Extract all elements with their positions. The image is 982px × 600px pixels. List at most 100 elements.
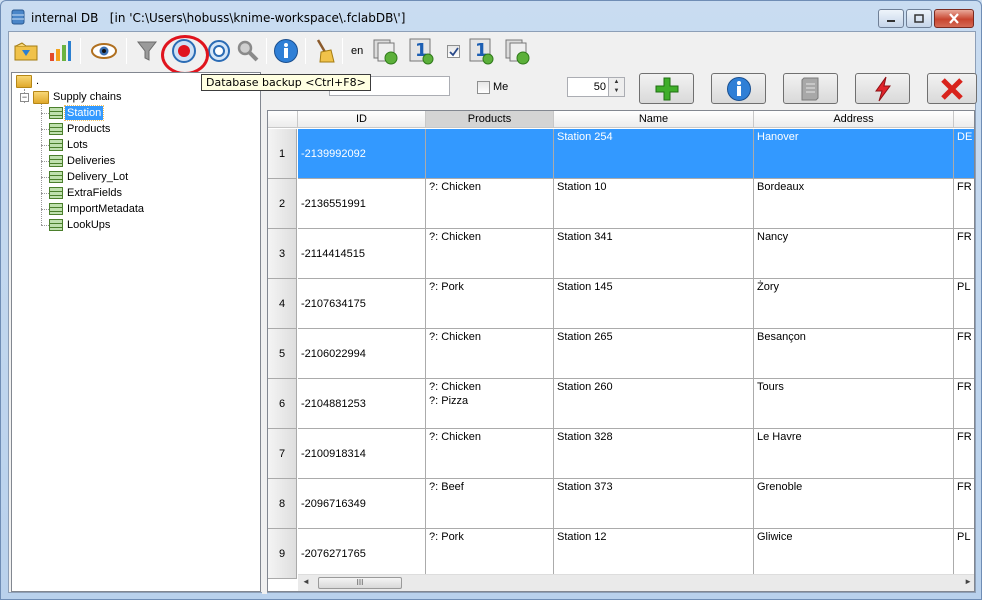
cell-country[interactable]: DE bbox=[954, 129, 974, 179]
filter-button[interactable] bbox=[132, 35, 162, 67]
cell-id[interactable]: -2136551991 bbox=[298, 179, 426, 229]
column-header-id[interactable]: ID bbox=[298, 111, 426, 128]
cell-id[interactable]: -2139992092 bbox=[298, 129, 426, 179]
cell-name[interactable]: Station 373 bbox=[554, 479, 754, 529]
row-number[interactable]: 4 bbox=[268, 279, 297, 329]
cell-country[interactable]: FR bbox=[954, 179, 974, 229]
cleanup-button[interactable] bbox=[309, 35, 339, 67]
cell-id[interactable]: -2114414515 bbox=[298, 229, 426, 279]
tree-item-extrafields[interactable]: ExtraFields bbox=[49, 185, 124, 201]
row-number[interactable]: 9 bbox=[268, 529, 297, 579]
cell-country[interactable]: FR bbox=[954, 329, 974, 379]
row-number[interactable]: 7 bbox=[268, 429, 297, 479]
info-button[interactable] bbox=[271, 35, 301, 67]
merge-records-button[interactable] bbox=[502, 35, 532, 67]
page-size-spinner[interactable]: 50 ▲ ▼ bbox=[567, 77, 625, 97]
row-number[interactable]: 8 bbox=[268, 479, 297, 529]
cell-products[interactable] bbox=[426, 129, 554, 179]
scroll-left-icon[interactable]: ◄ bbox=[302, 577, 310, 586]
tree-item-lookups[interactable]: LookUps bbox=[49, 217, 112, 233]
cell-id[interactable]: -2106022994 bbox=[298, 329, 426, 379]
row-number[interactable]: 1 bbox=[268, 129, 297, 179]
column-header-name[interactable]: Name bbox=[554, 111, 754, 128]
cell-id[interactable]: -2076271765 bbox=[298, 529, 426, 579]
cell-name[interactable]: Station 254 bbox=[554, 129, 754, 179]
scroll-thumb[interactable]: III bbox=[318, 577, 402, 589]
cell-country[interactable]: PL bbox=[954, 279, 974, 329]
cell-address[interactable]: Besançon bbox=[754, 329, 954, 379]
cell-products[interactable]: ?: Beef bbox=[426, 479, 554, 529]
document-button[interactable] bbox=[783, 73, 838, 104]
copy-records-button[interactable] bbox=[370, 35, 400, 67]
tree-item-station[interactable]: Station bbox=[49, 105, 105, 121]
row-number[interactable]: 5 bbox=[268, 329, 297, 379]
me-checkbox[interactable] bbox=[477, 81, 490, 94]
cell-country[interactable]: PL bbox=[954, 529, 974, 579]
tree-item-deliveries[interactable]: Deliveries bbox=[49, 153, 117, 169]
cell-name[interactable]: Station 145 bbox=[554, 279, 754, 329]
tree-item-delivery-lot[interactable]: Delivery_Lot bbox=[49, 169, 130, 185]
details-button[interactable] bbox=[711, 73, 766, 104]
cell-country[interactable]: FR bbox=[954, 229, 974, 279]
cell-country[interactable]: FR bbox=[954, 379, 974, 429]
cell-address[interactable]: Tours bbox=[754, 379, 954, 429]
cell-address[interactable]: Hanover bbox=[754, 129, 954, 179]
tree-group-supply-chains[interactable]: Supply chains bbox=[33, 89, 124, 105]
cell-address[interactable]: Żory bbox=[754, 279, 954, 329]
row-number[interactable]: 3 bbox=[268, 229, 297, 279]
cell-name[interactable]: Station 10 bbox=[554, 179, 754, 229]
tree-item-label: LookUps bbox=[67, 219, 111, 231]
cell-products[interactable]: ?: Chicken bbox=[426, 329, 554, 379]
cell-country[interactable]: FR bbox=[954, 429, 974, 479]
cell-products[interactable]: ?: Chicken bbox=[426, 229, 554, 279]
cell-name[interactable]: Station 260 bbox=[554, 379, 754, 429]
title-bar: internal DB [in 'C:\Users\hobuss\knime-w… bbox=[1, 1, 981, 31]
open-folder-button[interactable] bbox=[11, 35, 41, 67]
action-button[interactable] bbox=[855, 73, 910, 104]
cell-address[interactable]: Nancy bbox=[754, 229, 954, 279]
id-update-button[interactable]: 1 bbox=[466, 35, 496, 67]
cell-name[interactable]: Station 341 bbox=[554, 229, 754, 279]
delete-button[interactable] bbox=[927, 73, 977, 104]
add-button[interactable] bbox=[639, 73, 694, 104]
cell-name[interactable]: Station 265 bbox=[554, 329, 754, 379]
view-button[interactable] bbox=[89, 35, 119, 67]
cell-address[interactable]: Le Havre bbox=[754, 429, 954, 479]
tree-item-importmetadata[interactable]: ImportMetadata bbox=[49, 201, 146, 217]
cell-products[interactable]: ?: Chicken bbox=[426, 429, 554, 479]
scroll-right-icon[interactable]: ► bbox=[964, 577, 972, 586]
cell-id[interactable]: -2104881253 bbox=[298, 379, 426, 429]
horizontal-scrollbar[interactable]: ◄ III ► bbox=[298, 574, 974, 591]
minimize-button[interactable] bbox=[878, 9, 904, 28]
collapse-icon[interactable]: − bbox=[20, 93, 29, 102]
cell-address[interactable]: Grenoble bbox=[754, 479, 954, 529]
cell-country[interactable]: FR bbox=[954, 479, 974, 529]
tree-item-lots[interactable]: Lots bbox=[49, 137, 90, 153]
row-number[interactable]: 6 bbox=[268, 379, 297, 429]
column-header-country[interactable] bbox=[954, 111, 974, 128]
search-button[interactable] bbox=[233, 35, 263, 67]
id-sync-button[interactable]: 1 bbox=[406, 35, 436, 67]
column-header-address[interactable]: Address bbox=[754, 111, 954, 128]
language-label[interactable]: en bbox=[351, 45, 363, 57]
cell-products[interactable]: ?: Chicken bbox=[426, 179, 554, 229]
statistics-button[interactable] bbox=[45, 35, 75, 67]
cell-id[interactable]: -2100918314 bbox=[298, 429, 426, 479]
toolbar-checkbox[interactable] bbox=[447, 45, 460, 58]
cell-name[interactable]: Station 12 bbox=[554, 529, 754, 579]
cell-name[interactable]: Station 328 bbox=[554, 429, 754, 479]
maximize-button[interactable] bbox=[906, 9, 932, 28]
spinner-arrows-icon[interactable]: ▲ ▼ bbox=[608, 78, 624, 96]
close-window-button[interactable] bbox=[934, 9, 974, 28]
tree-item-products[interactable]: Products bbox=[49, 121, 112, 137]
cell-address[interactable]: Gliwice bbox=[754, 529, 954, 579]
cell-products[interactable]: ?: Chicken ?: Pizza bbox=[426, 379, 554, 429]
cell-id[interactable]: -2096716349 bbox=[298, 479, 426, 529]
cell-address[interactable]: Bordeaux bbox=[754, 179, 954, 229]
tree-root[interactable]: . bbox=[16, 73, 41, 89]
cell-products[interactable]: ?: Pork bbox=[426, 279, 554, 329]
cell-products[interactable]: ?: Pork bbox=[426, 529, 554, 579]
column-header-products[interactable]: Products bbox=[426, 111, 554, 128]
row-number[interactable]: 2 bbox=[268, 179, 297, 229]
cell-id[interactable]: -2107634175 bbox=[298, 279, 426, 329]
